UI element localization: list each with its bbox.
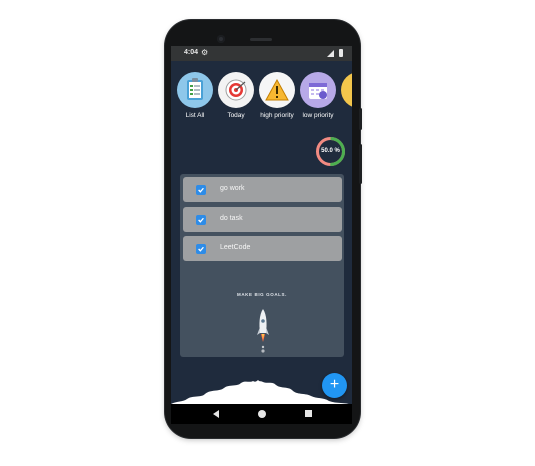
category-label: high priority xyxy=(260,112,294,119)
category-label: low priority xyxy=(302,112,334,119)
phone-frame: 4:04 ⚙ List All Today high priority low … xyxy=(165,20,362,438)
battery-icon xyxy=(339,49,343,57)
signal-icon xyxy=(327,50,334,57)
task-title: do task xyxy=(220,215,243,222)
recent-apps-icon[interactable] xyxy=(305,410,312,417)
back-icon[interactable] xyxy=(213,410,219,418)
warning-triangle-icon xyxy=(259,72,295,108)
task-checkbox[interactable] xyxy=(196,215,206,225)
status-bar: 4:04 ⚙ xyxy=(171,46,352,61)
category-carousel[interactable]: List All Today high priority low priorit… xyxy=(171,72,352,122)
power-button xyxy=(359,108,362,130)
volume-button xyxy=(359,144,362,184)
category-high-priority[interactable]: high priority xyxy=(256,72,298,119)
task-title: go work xyxy=(220,185,245,192)
calendar-icon xyxy=(300,72,336,108)
clipboard-checklist-icon xyxy=(177,72,213,108)
category-list-all[interactable]: List All xyxy=(174,72,216,119)
add-task-button[interactable]: + xyxy=(322,373,347,398)
category-label: Gr xyxy=(338,112,352,119)
category-label: List All xyxy=(185,112,205,119)
task-item[interactable]: LeetCode xyxy=(183,236,342,261)
task-checkbox[interactable] xyxy=(196,185,206,195)
navigation-bar xyxy=(171,404,352,424)
progress-percent: 50.0 % xyxy=(321,148,340,154)
progress-gauge: 50.0 % xyxy=(315,136,346,167)
status-time: 4:04 xyxy=(184,49,199,56)
task-item[interactable]: do task xyxy=(183,207,342,232)
rocket-icon xyxy=(257,309,269,353)
task-item[interactable]: go work xyxy=(183,177,342,202)
gear-icon: ⚙ xyxy=(201,48,209,57)
task-checkbox[interactable] xyxy=(196,244,206,254)
task-list-panel: go work do task LeetCode MAKE BIG GOALS. xyxy=(180,174,344,357)
category-partial[interactable]: Gr xyxy=(338,72,352,119)
earpiece xyxy=(250,38,272,41)
front-camera xyxy=(217,35,225,43)
category-today[interactable]: Today xyxy=(215,72,257,119)
partial-category-icon xyxy=(341,72,352,108)
app-screen: 4:04 ⚙ List All Today high priority low … xyxy=(171,46,352,424)
target-icon xyxy=(218,72,254,108)
task-title: LeetCode xyxy=(220,244,251,251)
category-low-priority[interactable]: low priority xyxy=(297,72,339,119)
home-icon[interactable] xyxy=(258,410,266,418)
category-label: Today xyxy=(227,112,245,119)
motivation-text: MAKE BIG GOALS. xyxy=(236,292,287,297)
